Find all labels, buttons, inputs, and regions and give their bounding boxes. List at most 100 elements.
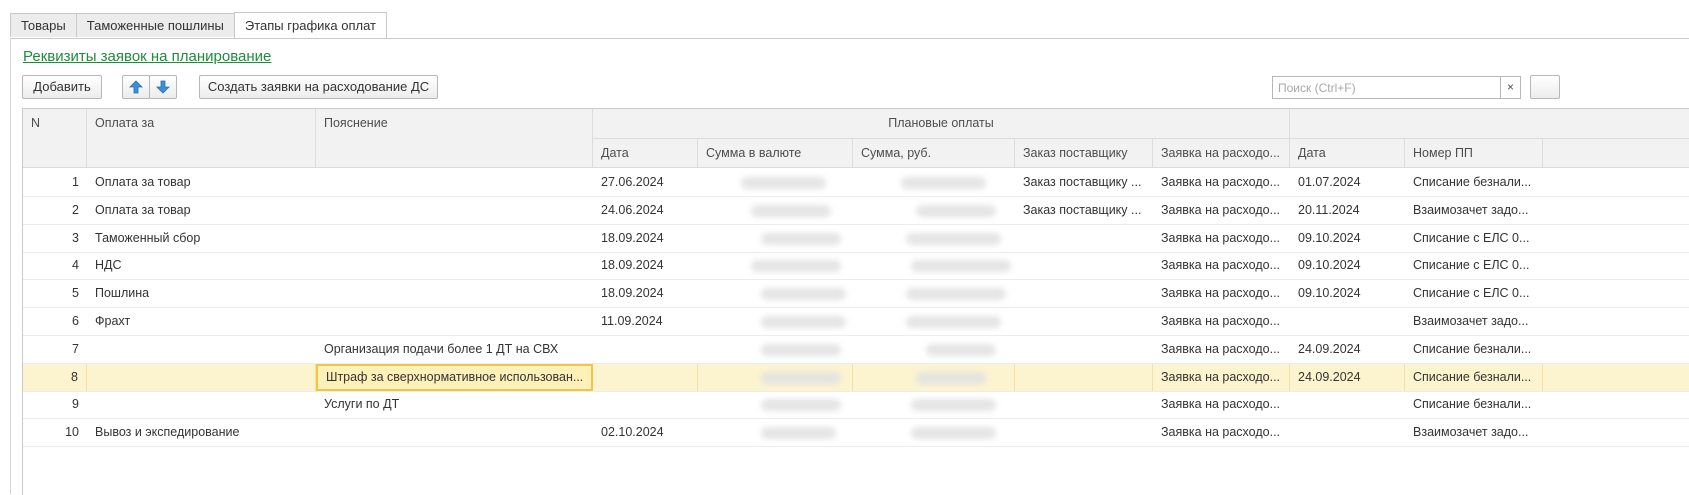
cell-date[interactable] [593,391,698,418]
cell-order[interactable]: Заказ поставщику ... [1015,197,1153,224]
cell-request[interactable]: Заявка на расходо... [1153,363,1290,391]
cell-order[interactable] [1015,391,1153,418]
table-row[interactable]: 7 Организация подачи более 1 ДТ на СВХ Зая… [23,336,1689,364]
cell-pay-for[interactable]: Вывоз и экспедирование [87,419,316,446]
cell-pp-number[interactable]: Списание с ЕЛС 0... [1405,280,1543,307]
cell-date[interactable] [593,336,698,363]
cell-n[interactable]: 8 [23,363,87,391]
cell-date2[interactable] [1290,308,1405,335]
cell-date2[interactable]: 09.10.2024 [1290,252,1405,279]
cell-note[interactable] [316,169,593,196]
cell-date2[interactable]: 09.10.2024 [1290,280,1405,307]
table-row[interactable]: 6 Фрахт 11.09.2024 Заявка на расходо... Взаи… [23,308,1689,336]
cell-pp-number[interactable]: Взаимозачет задо... [1405,308,1543,335]
cell-n[interactable]: 1 [23,169,87,196]
cell-date2[interactable]: 24.09.2024 [1290,363,1405,391]
column-header-date2[interactable]: Дата [1290,139,1405,168]
cell-date2[interactable]: 20.11.2024 [1290,197,1405,224]
column-header-sum-currency[interactable]: Сумма в валюте [698,139,853,168]
cell-date2[interactable]: 01.07.2024 [1290,169,1405,196]
cell-pp-number[interactable]: Списание безнали... [1405,363,1543,391]
cell-note[interactable]: Организация подачи более 1 ДТ на СВХ [316,336,593,363]
cell-order[interactable] [1015,225,1153,252]
cell-date[interactable]: 18.09.2024 [593,280,698,307]
tab-goods[interactable]: Товары [10,13,77,37]
cell-date2[interactable] [1290,419,1405,446]
cell-date2[interactable]: 24.09.2024 [1290,336,1405,363]
cell-request[interactable]: Заявка на расходо... [1153,336,1290,363]
cell-n[interactable]: 5 [23,280,87,307]
cell-date[interactable]: 24.06.2024 [593,197,698,224]
create-requests-button[interactable]: Создать заявки на расходование ДС [199,75,438,99]
cell-order[interactable] [1015,252,1153,279]
cell-request[interactable]: Заявка на расходо... [1153,419,1290,446]
cell-date2[interactable] [1290,391,1405,418]
cell-pay-for[interactable]: Оплата за товар [87,169,316,196]
cell-date[interactable]: 11.09.2024 [593,308,698,335]
cell-pp-number[interactable]: Списание с ЕЛС 0... [1405,252,1543,279]
column-header-note[interactable]: Пояснение [316,109,593,168]
cell-pay-for[interactable]: Оплата за товар [87,197,316,224]
cell-order[interactable] [1015,336,1153,363]
table-row[interactable]: 4 НДС 18.09.2024 Заявка на расходо... 09.10.… [23,252,1689,281]
cell-date[interactable]: 18.09.2024 [593,252,698,279]
table-row[interactable]: 9 Услуги по ДТ Заявка на расходо... Списани… [23,391,1689,420]
cell-request[interactable]: Заявка на расходо... [1153,391,1290,418]
cell-note[interactable] [316,308,593,335]
cell-note[interactable] [316,252,593,279]
cell-pay-for[interactable] [87,363,316,391]
cell-date2[interactable]: 09.10.2024 [1290,225,1405,252]
cell-order[interactable] [1015,419,1153,446]
add-button[interactable]: Добавить [22,75,102,99]
search-input[interactable] [1272,76,1501,99]
cell-pay-for[interactable]: Пошлина [87,280,316,307]
cell-note[interactable] [316,280,593,307]
cell-date[interactable]: 02.10.2024 [593,419,698,446]
cell-n[interactable]: 3 [23,225,87,252]
cell-request[interactable]: Заявка на расходо... [1153,197,1290,224]
search-clear-button[interactable]: × [1500,76,1521,99]
cell-order[interactable] [1015,363,1153,391]
column-header-order[interactable]: Заказ поставщику [1015,139,1153,168]
cell-note[interactable]: Услуги по ДТ [316,391,593,418]
table-row[interactable]: 1 Оплата за товар 27.06.2024 Заказ поставщи… [23,169,1689,197]
move-down-button[interactable] [149,75,177,99]
cell-n[interactable]: 9 [23,391,87,418]
cell-order[interactable] [1015,308,1153,335]
move-up-button[interactable] [122,75,150,99]
column-header-pp-number[interactable]: Номер ПП [1405,139,1543,168]
cell-note[interactable] [316,225,593,252]
cell-note[interactable] [316,419,593,446]
planning-requisites-link[interactable]: Реквизиты заявок на планирование [23,48,271,65]
tab-payment-schedule[interactable]: Этапы графика оплат [233,12,387,38]
cell-order[interactable] [1015,280,1153,307]
column-header-request[interactable]: Заявка на расходо... [1153,139,1290,168]
cell-order[interactable]: Заказ поставщику ... [1015,169,1153,196]
table-row[interactable]: 5 Пошлина 18.09.2024 Заявка на расходо... 09… [23,280,1689,309]
cell-request[interactable]: Заявка на расходо... [1153,308,1290,335]
cell-n[interactable]: 2 [23,197,87,224]
cell-pay-for[interactable]: Фрахт [87,308,316,335]
cell-date[interactable]: 18.09.2024 [593,225,698,252]
cell-pp-number[interactable]: Списание безнали... [1405,169,1543,196]
cell-n[interactable]: 6 [23,308,87,335]
cell-date[interactable]: 27.06.2024 [593,169,698,196]
column-header-pay-for[interactable]: Оплата за [87,109,316,168]
column-header-date[interactable]: Дата [593,139,698,168]
cell-pay-for[interactable] [87,336,316,363]
cell-note[interactable] [316,197,593,224]
cell-n[interactable]: 10 [23,419,87,446]
cell-pp-number[interactable]: Списание с ЕЛС 0... [1405,225,1543,252]
table-row[interactable]: 10 Вывоз и экспедирование 02.10.2024 Заявка… [23,419,1689,448]
cell-date[interactable] [593,363,698,391]
cell-n[interactable]: 7 [23,336,87,363]
cell-n[interactable]: 4 [23,252,87,279]
cell-pp-number[interactable]: Списание безнали... [1405,336,1543,363]
cell-note[interactable]: Штраф за сверхнормативное использован... [316,363,593,391]
table-row[interactable]: 3 Таможенный сбор 18.09.2024 Заявка на расх… [23,225,1689,253]
more-button[interactable] [1530,75,1560,99]
table-row[interactable]: 8 Штраф за сверхнормативное использован..… [23,363,1689,392]
cell-request[interactable]: Заявка на расходо... [1153,225,1290,252]
cell-pp-number[interactable]: Списание безнали... [1405,391,1543,418]
column-header-sum-rub[interactable]: Сумма, руб. [853,139,1015,168]
